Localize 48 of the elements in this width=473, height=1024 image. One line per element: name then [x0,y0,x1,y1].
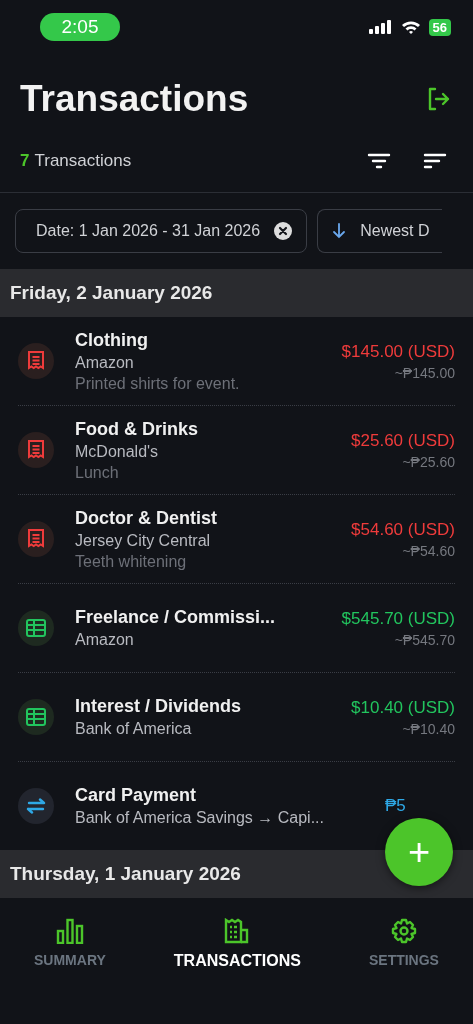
amount: $545.70 (USD) [341,608,455,629]
summary-tab[interactable]: SUMMARY [30,918,110,980]
converted-amount: ~₱545.70 [394,631,455,648]
amount: ₱5 [385,796,406,816]
converted-amount: ~₱145.00 [394,364,455,381]
settings-icon [390,918,417,944]
category-name: Interest / Dividends [75,696,243,717]
amount: $25.60 (USD) [351,430,455,451]
category-name: Card Payment [75,785,198,806]
arrow-down-icon [332,223,347,239]
converted-amount: ~₱54.60 [402,542,455,559]
sort-chip[interactable]: Newest D [317,209,443,253]
transaction-note: Printed shirts for event. [75,374,241,393]
payee-name: Bank of America [75,720,193,738]
wifi-icon [400,20,421,34]
amount: $145.00 (USD) [341,341,455,362]
payee-name: Bank of America Savings → Capi... [75,809,325,827]
sort-icon[interactable] [423,152,447,170]
category-name: Freelance / Commissi... [75,607,277,628]
transaction-note: Teeth whitening [75,552,188,571]
converted-amount: ~₱25.60 [402,453,455,470]
bar-chart-icon [55,918,84,944]
payee-name: Amazon [75,631,135,649]
filter-icon[interactable] [367,152,391,170]
category-name: Clothing [75,329,149,351]
transaction-count: 7 [20,151,30,171]
count-label: Transactions [34,151,132,171]
amount: $54.60 (USD) [351,519,455,540]
transactions-tab[interactable]: TRANSACTIONS [169,918,305,980]
payee-name: McDonald's [75,442,160,461]
category-name: Food & Drinks [75,418,199,440]
payee-name: Jersey City Central [75,531,212,550]
converted-amount: ~₱10.40 [402,720,455,737]
clear-icon[interactable] [274,222,293,240]
amount: $10.40 (USD) [351,697,455,718]
status-time: 2:05 [40,13,120,41]
date-header: Friday, 2 January 2026 [0,269,473,317]
settings-tab[interactable]: SETTINGS [364,918,443,980]
transaction-note: Lunch [75,463,120,482]
category-name: Doctor & Dentist [75,507,218,529]
date-filter-chip[interactable]: Date: 1 Jan 2026 - 31 Jan 2026 [15,209,308,253]
cash-icon [26,708,46,726]
cash-icon [26,619,46,637]
page-title: Transactions [20,78,249,120]
transfer-icon [25,798,47,814]
payee-name: Amazon [75,353,135,372]
battery-indicator: 56 [428,18,451,36]
signal-icon [368,20,393,34]
